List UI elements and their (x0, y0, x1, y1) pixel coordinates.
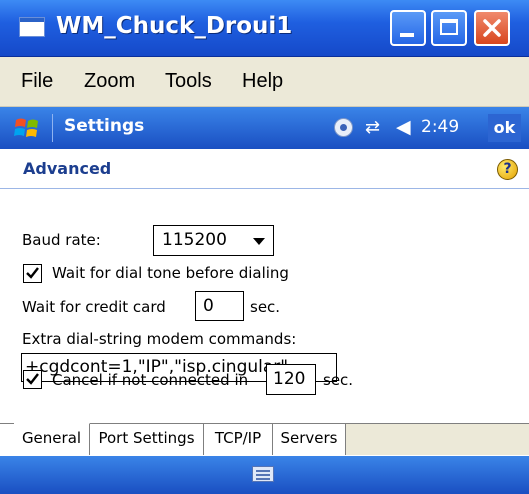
nav-title: Settings (64, 116, 145, 136)
volume-icon[interactable]: ◀ (396, 116, 411, 138)
tab-port-settings[interactable]: Port Settings (90, 424, 204, 455)
baud-rate-select[interactable]: 115200 (153, 225, 274, 256)
window-title: WM_Chuck_Droui1 (56, 13, 293, 39)
tab-tcp-ip-label: TCP/IP (214, 429, 262, 447)
menu-zoom[interactable]: Zoom (84, 70, 135, 93)
baud-rate-label: Baud rate: (22, 231, 101, 249)
credit-card-input[interactable]: 0 (195, 291, 244, 321)
connectivity-icon[interactable] (334, 118, 353, 137)
checkmark-icon (26, 373, 39, 385)
tab-general[interactable]: General (14, 423, 90, 455)
credit-card-label: Wait for credit card (22, 298, 166, 316)
menu-file-label: File (21, 70, 54, 92)
menu-bar: File Zoom Tools Help (0, 57, 529, 107)
window-icon (19, 17, 45, 37)
maximize-button[interactable] (431, 10, 467, 46)
ok-button[interactable]: ok (488, 114, 521, 142)
tab-general-label: General (21, 429, 82, 447)
chevron-down-icon (253, 238, 265, 245)
dial-tone-checkbox[interactable] (23, 264, 42, 283)
windows-start-icon[interactable] (13, 114, 41, 142)
baud-rate-value: 115200 (162, 230, 227, 250)
menu-zoom-label: Zoom (84, 70, 136, 92)
menu-help-label: Help (242, 70, 284, 92)
menu-tools[interactable]: Tools (165, 70, 212, 93)
tab-servers-label: Servers (280, 429, 338, 447)
tab-strip: General Port Settings TCP/IP Servers (0, 423, 529, 456)
window-titlebar[interactable]: WM_Chuck_Droui1 (0, 0, 529, 57)
cancel-unit: sec. (323, 371, 354, 389)
input-panel-bar (0, 456, 529, 494)
checkmark-icon (26, 267, 39, 279)
tab-servers[interactable]: Servers (273, 424, 346, 455)
minimize-button[interactable] (390, 10, 426, 46)
nav-separator (52, 114, 53, 142)
navigation-bar: Settings ⇄ ◀ 2:49 ok (0, 107, 529, 149)
clock[interactable]: 2:49 (421, 117, 459, 137)
tab-strip-fill (346, 424, 529, 455)
cancel-label: Cancel if not connected in (52, 371, 249, 389)
extra-commands-label: Extra dial-string modem commands: (22, 330, 297, 348)
cancel-timeout-input[interactable]: 120 (266, 364, 316, 395)
page-title: Advanced (23, 159, 112, 178)
credit-card-unit: sec. (250, 298, 281, 316)
network-sync-icon[interactable]: ⇄ (365, 117, 380, 138)
menu-tools-label: Tools (165, 70, 212, 92)
tab-tcp-ip[interactable]: TCP/IP (204, 424, 273, 455)
menu-help[interactable]: Help (242, 70, 283, 93)
tab-port-settings-label: Port Settings (98, 429, 195, 447)
close-icon (483, 19, 501, 37)
close-button[interactable] (474, 10, 510, 46)
help-icon[interactable]: ? (497, 159, 518, 180)
page-header: Advanced ? (0, 150, 529, 189)
menu-file[interactable]: File (21, 70, 53, 93)
cancel-checkbox[interactable] (23, 370, 42, 389)
dial-tone-label: Wait for dial tone before dialing (52, 264, 289, 282)
keyboard-icon[interactable] (252, 466, 274, 482)
